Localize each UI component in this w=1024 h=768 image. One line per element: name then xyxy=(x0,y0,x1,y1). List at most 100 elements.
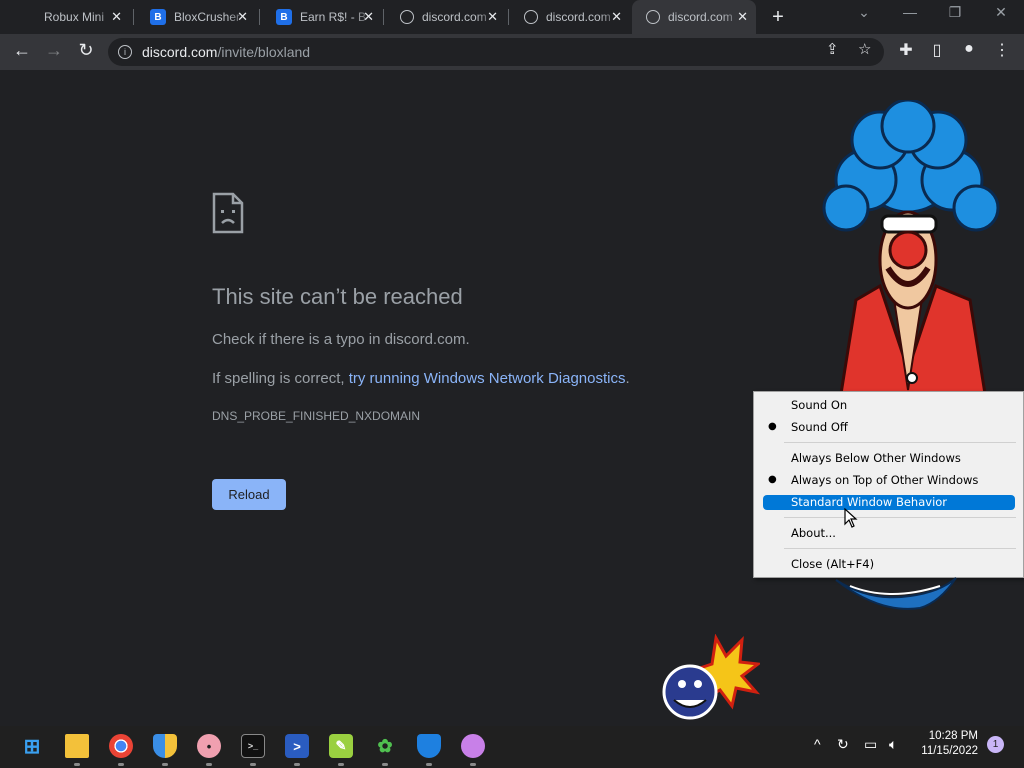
menu-item-label: Sound On xyxy=(791,398,848,412)
notepad-plus-icon[interactable]: ✎ xyxy=(329,734,353,758)
b-logo-icon: B xyxy=(150,9,166,25)
radio-dot-icon: ● xyxy=(768,421,777,432)
minimize-icon[interactable]: — xyxy=(898,4,922,20)
tab-discord-2[interactable]: discord.com ✕ xyxy=(510,0,630,34)
tab-title: discord.com xyxy=(668,10,733,24)
error-code: DNS_PROBE_FINISHED_NXDOMAIN xyxy=(212,409,421,423)
reload-button[interactable]: Reload xyxy=(212,479,286,510)
running-indicator xyxy=(250,763,256,766)
file-explorer-icon[interactable] xyxy=(65,734,89,758)
clock[interactable]: 10:28 PM 11/15/2022 xyxy=(920,729,978,759)
running-indicator xyxy=(470,763,476,766)
menu-item-label: About... xyxy=(791,526,836,540)
menu-icon[interactable]: ⋮ xyxy=(992,40,1012,60)
tab-title: Robux Mini xyxy=(44,10,105,24)
info-icon[interactable]: i xyxy=(118,45,132,59)
chrome-icon[interactable] xyxy=(109,734,133,758)
mouse-pointer-icon xyxy=(844,508,858,528)
globe-icon xyxy=(524,10,538,24)
menu-separator xyxy=(784,548,1016,549)
address-domain: discord.com xyxy=(142,44,218,60)
browser-toolbar: ← → ↻ i discord.com/invite/bloxland ⇪ ☆ … xyxy=(0,34,1024,70)
tab-discord-1[interactable]: discord.com ✕ xyxy=(386,0,506,34)
menu-item-label: Always on Top of Other Windows xyxy=(791,473,979,487)
running-indicator xyxy=(382,763,388,766)
menu-item-sound-off[interactable]: ● Sound Off xyxy=(754,417,1024,437)
volume-icon[interactable]: 🔈︎ xyxy=(889,736,897,753)
tab-close-icon[interactable]: ✕ xyxy=(111,9,122,25)
menu-item-always-on-top[interactable]: ● Always on Top of Other Windows xyxy=(754,470,1024,490)
restore-icon[interactable]: ❐ xyxy=(943,4,967,21)
mascot-context-menu: Sound On ● Sound Off Always Below Other W… xyxy=(753,391,1024,578)
side-panel-icon[interactable]: ▯ xyxy=(927,40,947,60)
address-path: /invite/bloxland xyxy=(217,44,311,60)
defender-icon[interactable] xyxy=(417,734,441,758)
diagnostics-suffix: . xyxy=(625,370,630,387)
terminal-icon[interactable]: >_ xyxy=(241,734,265,758)
frog-app-icon[interactable]: ✿ xyxy=(373,734,397,758)
running-indicator xyxy=(162,763,168,766)
tab-close-icon[interactable]: ✕ xyxy=(363,9,374,25)
windows-taskbar: ⊞ • >_ > ✎ ✿ ^ ↻ ▭ 🔈︎ 10:28 PM 11/15/202… xyxy=(0,726,1024,768)
running-indicator xyxy=(74,763,80,766)
error-title: This site can’t be reached xyxy=(212,284,463,309)
radio-dot-icon: ● xyxy=(768,474,777,485)
menu-item-label: Standard Window Behavior xyxy=(791,495,948,509)
clown-mascot-image[interactable] xyxy=(800,100,1024,400)
tray-chevron-icon[interactable]: ^ xyxy=(814,736,821,752)
forward-icon[interactable]: → xyxy=(42,40,66,61)
globe-icon xyxy=(646,10,660,24)
menu-separator xyxy=(784,442,1016,443)
menu-item-about[interactable]: About... xyxy=(754,523,1024,543)
refresh-icon[interactable]: ↻ xyxy=(74,40,98,61)
profile-icon[interactable]: ● xyxy=(959,40,979,58)
tab-bloxcrusher[interactable]: B BloxCrusher ✕ xyxy=(136,0,256,34)
tab-robux-mini[interactable]: Robux Mini ✕ xyxy=(30,0,130,34)
menu-item-label: Sound Off xyxy=(791,420,848,434)
address-bar[interactable]: i discord.com/invite/bloxland xyxy=(108,38,884,66)
running-indicator xyxy=(118,763,124,766)
tab-close-icon[interactable]: ✕ xyxy=(487,9,498,25)
running-indicator xyxy=(206,763,212,766)
menu-item-sound-on[interactable]: Sound On xyxy=(754,395,1024,415)
new-tab-icon[interactable]: + xyxy=(768,6,788,29)
tab-earn-rs[interactable]: B Earn R$! - B ✕ xyxy=(262,0,382,34)
close-window-icon[interactable]: ✕ xyxy=(989,4,1013,21)
error-typo-hint: Check if there is a typo in discord.com. xyxy=(212,331,470,348)
tab-close-icon[interactable]: ✕ xyxy=(237,9,248,25)
error-diagnostics-hint: If spelling is correct, try running Wind… xyxy=(212,370,630,387)
extensions-icon[interactable]: ✚ xyxy=(896,40,916,60)
running-indicator xyxy=(294,763,300,766)
menu-item-label: Always Below Other Windows xyxy=(791,451,961,465)
sync-icon[interactable]: ↻ xyxy=(837,736,849,753)
gem-app-icon[interactable] xyxy=(461,734,485,758)
powershell-icon[interactable]: > xyxy=(285,734,309,758)
tab-close-icon[interactable]: ✕ xyxy=(611,9,622,25)
bookmark-star-icon[interactable]: ☆ xyxy=(858,40,871,58)
pink-app-icon[interactable]: • xyxy=(197,734,221,758)
mascot-wave-image xyxy=(835,577,957,610)
network-icon[interactable]: ▭ xyxy=(864,736,877,753)
clock-time: 10:28 PM xyxy=(928,730,978,742)
menu-item-standard-behavior[interactable]: Standard Window Behavior xyxy=(763,495,1015,510)
security-shield-icon[interactable] xyxy=(153,734,177,758)
start-icon[interactable]: ⊞ xyxy=(20,734,44,758)
running-indicator xyxy=(426,763,432,766)
menu-item-label: Close (Alt+F4) xyxy=(791,557,875,571)
diagnostics-link[interactable]: try running Windows Network Diagnostics xyxy=(349,370,626,387)
running-indicator xyxy=(338,763,344,766)
menu-item-always-below[interactable]: Always Below Other Windows xyxy=(754,448,1024,468)
b-logo-icon: B xyxy=(276,9,292,25)
menu-separator xyxy=(784,517,1016,518)
diagnostics-prefix: If spelling is correct, xyxy=(212,370,349,387)
tab-close-icon[interactable]: ✕ xyxy=(737,9,748,25)
notification-badge[interactable]: 1 xyxy=(987,736,1004,753)
clock-date: 11/15/2022 xyxy=(921,745,978,757)
tab-discord-active[interactable]: discord.com ✕ xyxy=(632,0,756,34)
share-icon[interactable]: ⇪ xyxy=(826,40,839,58)
tab-search-icon[interactable]: ⌄ xyxy=(852,4,876,21)
menu-item-close[interactable]: Close (Alt+F4) xyxy=(754,554,1024,574)
tab-strip: Robux Mini ✕ B BloxCrusher ✕ B Earn R$! … xyxy=(0,0,1024,34)
bomb-mascot-image[interactable] xyxy=(656,634,760,720)
back-icon[interactable]: ← xyxy=(10,40,34,61)
